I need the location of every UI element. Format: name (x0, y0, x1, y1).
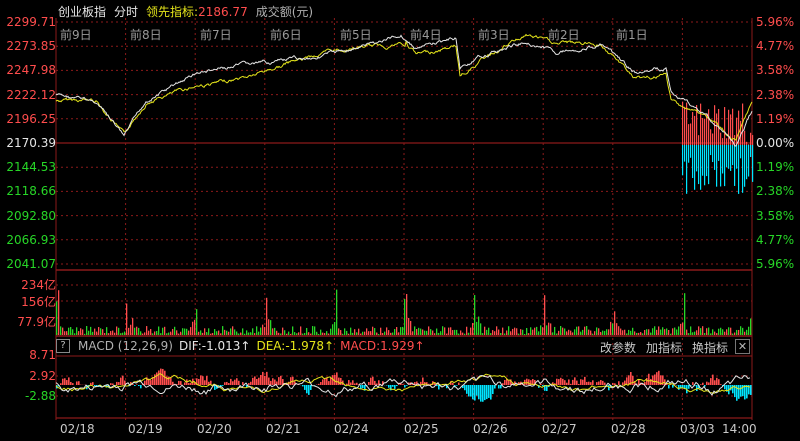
price-tick: 2118.66 (6, 184, 56, 199)
volume-tick: 156亿 (21, 295, 56, 309)
price-tick: 2041.07 (6, 257, 56, 271)
date-label: 02/24 (334, 422, 369, 436)
percent-tick: 4.77% (756, 232, 795, 247)
price-tick: 2092.80 (6, 208, 56, 223)
price-tick: 2299.71 (6, 15, 56, 29)
date-label: 02/28 (611, 422, 646, 436)
day-label: 前2日 (548, 28, 580, 42)
intraday-diff-bars (682, 101, 754, 194)
percent-tick: 2.38% (756, 87, 795, 102)
day-label: 前5日 (340, 28, 372, 42)
percent-tick: 3.58% (756, 63, 795, 78)
day-label: 前1日 (616, 28, 648, 42)
date-label: 02/18 (60, 422, 95, 436)
change-params-button[interactable]: 改参数 (600, 339, 636, 356)
volume-tick: 234亿 (21, 278, 56, 292)
percent-tick: 4.77% (756, 39, 795, 54)
price-tick: 2222.12 (6, 87, 56, 102)
macd-title[interactable]: MACD (12,26,9) (78, 339, 173, 353)
percent-tick: 1.19% (756, 160, 795, 175)
day-label: 前8日 (130, 28, 162, 42)
volume-tick: 77.9亿 (17, 315, 56, 329)
price-tick: 2247.98 (6, 63, 56, 78)
percent-tick: 2.38% (756, 184, 795, 199)
percent-tick: 5.96% (756, 15, 795, 29)
date-label: 02/20 (197, 422, 232, 436)
dif-value: DIF:-1.013↑ (178, 339, 251, 353)
switch-indicator-button[interactable]: 换指标 (692, 339, 728, 356)
percent-tick: 0.00% (756, 136, 795, 150)
day-label: 前7日 (200, 28, 232, 42)
price-tick: 2170.39 (6, 136, 56, 150)
macd-tick: -2.88 (24, 389, 56, 403)
date-label: 02/25 (404, 422, 439, 436)
macd-tick: 2.92 (29, 369, 56, 383)
date-label: 02/27 (542, 422, 577, 436)
percent-tick: 1.19% (756, 111, 795, 126)
date-label: 02/21 (266, 422, 301, 436)
help-icon[interactable]: ? (56, 339, 70, 353)
day-label: 前4日 (410, 28, 442, 42)
price-tick: 2196.25 (6, 111, 56, 126)
add-indicator-button[interactable]: 加指标 (646, 339, 682, 356)
percent-tick: 3.58% (756, 208, 795, 223)
chart-canvas[interactable] (0, 0, 800, 441)
price-tick: 2066.93 (6, 232, 56, 247)
day-label: 前9日 (60, 28, 92, 42)
dea-value: DEA:-1.978↑ (256, 339, 335, 353)
chart-grid (55, 18, 753, 420)
macd-value: MACD:1.929↑ (340, 339, 425, 353)
date-label: 03/03 (680, 422, 715, 436)
price-tick: 2273.85 (6, 39, 56, 54)
percent-tick: 5.96% (756, 257, 795, 271)
macd-tick: 8.71 (29, 348, 56, 362)
date-label: 02/19 (128, 422, 163, 436)
close-icon[interactable]: ✕ (735, 339, 750, 354)
day-label: 前6日 (270, 28, 302, 42)
price-tick: 2144.53 (6, 160, 56, 175)
day-label: 前3日 (478, 28, 510, 42)
date-label: 14:00 (722, 422, 757, 436)
date-label: 02/26 (473, 422, 508, 436)
